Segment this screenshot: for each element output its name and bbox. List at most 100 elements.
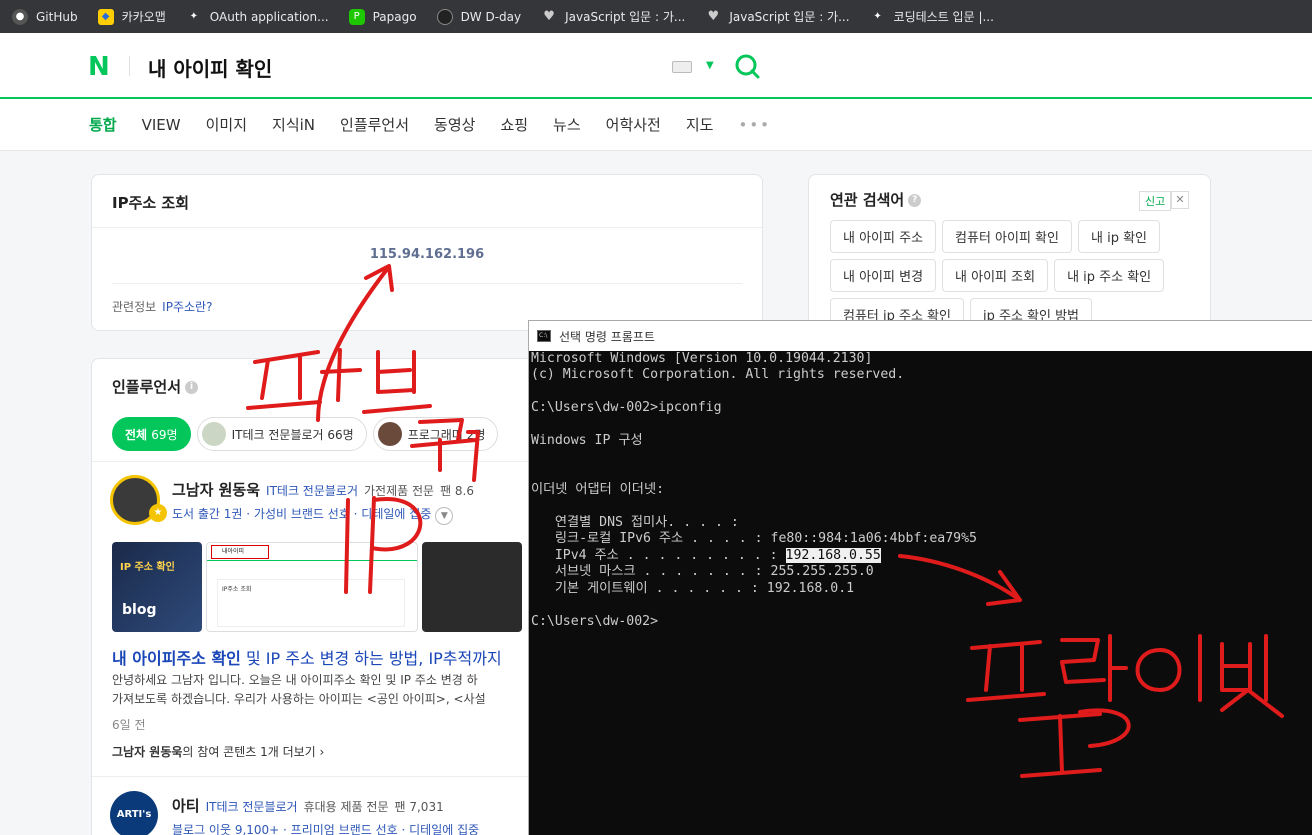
thumbnail-image: IP 주소 확인 blog — [112, 542, 202, 632]
bookmark-javascript-1[interactable]: ♥ JavaScript 입문 : 가... — [541, 8, 685, 25]
related-search-item[interactable]: 내 아이피 변경 — [830, 259, 937, 292]
more-content-link[interactable]: 그남자 원동욱의 참여 콘텐츠 1개 더보기 › — [112, 743, 324, 760]
tab-map[interactable]: 지도 — [686, 114, 714, 135]
terminal-icon: C:\ — [537, 330, 551, 342]
related-search-item[interactable]: 내 ip 확인 — [1077, 220, 1160, 253]
naver-logo[interactable]: N — [88, 52, 110, 82]
related-search-item[interactable]: 내 ip 주소 확인 — [1054, 259, 1165, 292]
chevron-down-icon[interactable]: ▼ — [706, 60, 714, 71]
article-thumbnails[interactable]: IP 주소 확인 blog 내아이피 IP주소 조회 — [112, 542, 526, 632]
ip-address-link[interactable]: IP주소란? — [162, 300, 212, 314]
keyboard-icon[interactable] — [672, 61, 692, 73]
more-tabs-icon[interactable]: ••• — [738, 116, 771, 134]
tab-video[interactable]: 동영상 — [434, 114, 475, 135]
tab-dictionary[interactable]: 어학사전 — [606, 114, 661, 135]
bookmark-kakaomap[interactable]: ◆ 카카오맵 — [97, 8, 166, 25]
tab-images[interactable]: 이미지 — [206, 114, 247, 135]
influencer-tags: 도서 출간 1권 · 가성비 브랜드 선호 · 디테일에 집중 ▼ — [172, 505, 454, 525]
help-icon[interactable]: ? — [908, 194, 922, 207]
oauth-icon: ✦ — [189, 11, 198, 22]
chip-it-tech[interactable]: IT테크 전문블로거 66명 — [196, 417, 367, 451]
related-info: 관련정보 IP주소란? — [112, 298, 212, 315]
bookmark-github[interactable]: ● GitHub — [12, 8, 78, 25]
console-line: C:\Users\dw-002> — [531, 613, 659, 629]
tab-influencer[interactable]: 인플루언서 — [340, 114, 409, 135]
influencer-name[interactable]: 그남자 원동욱 IT테크 전문블로거 가전제품 전문 팬 8.6 — [172, 479, 474, 500]
console-line: 연결별 DNS 접미사. . . . : — [531, 515, 739, 531]
article-title-link[interactable]: 내 아이피주소 확인 및 IP 주소 변경 하는 방법, IP추적까지 — [112, 645, 502, 669]
thumbnail-screenshot: 내아이피 IP주소 조회 — [206, 542, 418, 632]
bookmark-icon: ✦ — [873, 11, 882, 22]
influencer-filter-chips: 전체 69명 IT테크 전문블로거 66명 프로그래머 2명 — [112, 417, 504, 451]
chip-programmer[interactable]: 프로그래머 2명 — [372, 417, 499, 451]
chevron-down-icon[interactable]: ▼ — [435, 507, 454, 525]
console-line: C:\Users\dw-002>ipconfig — [531, 400, 722, 416]
ip-lookup-card: IP주소 조회 115.94.162.196 관련정보 IP주소란? — [91, 174, 763, 331]
public-ip-value: 115.94.162.196 — [369, 247, 485, 262]
close-icon[interactable]: ✕ — [1171, 191, 1189, 209]
search-tabs: 통합 VIEW 이미지 지식iN 인플루언서 동영상 쇼핑 뉴스 어학사전 지도… — [0, 99, 1312, 151]
bookmark-dday[interactable]: DW D-day — [436, 8, 521, 25]
divider — [112, 283, 742, 284]
tab-view[interactable]: VIEW — [142, 116, 181, 134]
heart-icon: ♥ — [543, 9, 555, 24]
star-badge-icon: ★ — [149, 504, 167, 522]
github-icon: ● — [12, 8, 28, 25]
influencer-tags: 블로그 이웃 9,100+ · 프리미엄 브랜드 선호 · 디테일에 집중 — [172, 823, 480, 835]
bookmark-codingtest[interactable]: ✦ 코딩테스트 입문 |... — [870, 8, 994, 25]
report-button[interactable]: 신고 — [1139, 191, 1172, 211]
papago-icon: P — [348, 8, 365, 25]
dday-icon — [436, 8, 453, 25]
info-icon[interactable]: i — [185, 381, 199, 394]
related-search-item[interactable]: 컴퓨터 아이피 확인 — [942, 220, 1072, 253]
thumbnail-cmd — [422, 542, 522, 632]
related-info-label: 관련정보 — [112, 300, 157, 314]
console-line: (c) Microsoft Corporation. All rights re… — [531, 367, 905, 383]
console-line: 기본 게이트웨이 . . . . . . : 192.168.0.1 — [531, 580, 855, 596]
tab-integrated[interactable]: 통합 — [89, 114, 117, 135]
console-line: 이더넷 어댑터 이더넷: — [531, 482, 665, 498]
search-query[interactable]: 내 아이피 확인 — [148, 53, 272, 82]
heart-icon: ♥ — [707, 9, 720, 24]
header-divider — [129, 56, 130, 76]
avatar[interactable]: ARTI's — [110, 791, 158, 835]
bookmark-javascript-2[interactable]: ♥ JavaScript 입문 : 가... — [705, 8, 850, 25]
tab-shopping[interactable]: 쇼핑 — [500, 114, 528, 135]
related-search-list: 내 아이피 주소 컴퓨터 아이피 확인 내 ip 확인 내 아이피 변경 내 아… — [830, 220, 1200, 333]
tab-news[interactable]: 뉴스 — [553, 114, 581, 135]
command-prompt-output[interactable]: Microsoft Windows [Version 10.0.19044.21… — [529, 351, 1312, 630]
divider — [92, 227, 762, 228]
article-snippet: 안녕하세요 그남자 입니다. 오늘은 내 아이피주소 확인 및 IP 주소 변경… — [112, 673, 486, 706]
console-line: 서브넷 마스크 . . . . . . . : 255.255.255.0 — [531, 564, 874, 580]
tab-kin[interactable]: 지식iN — [272, 114, 315, 135]
article-date: 6일 전 — [112, 718, 146, 732]
chip-all[interactable]: 전체 69명 — [112, 417, 191, 451]
console-line: Windows IP 구성 — [531, 433, 643, 449]
kakaomap-icon: ◆ — [97, 8, 114, 25]
console-line: 링크-로컬 IPv6 주소 . . . . : fe80::984:1a06:4… — [531, 531, 977, 547]
command-prompt-titlebar[interactable]: C:\ 선택 명령 프롬프트 — [529, 321, 1312, 351]
related-search-item[interactable]: 내 아이피 조회 — [942, 259, 1049, 292]
command-prompt-window[interactable]: C:\ 선택 명령 프롬프트 Microsoft Windows [Version… — [528, 320, 1312, 835]
ipv4-line: IPv4 주소 . . . . . . . . . : 192.168.0.55 — [531, 547, 881, 563]
bookmark-papago[interactable]: P Papago — [348, 8, 417, 25]
bookmarks-bar: ● GitHub ◆ 카카오맵 ✦ OAuth application... P Pap… — [0, 0, 1312, 33]
ip-lookup-title: IP주소 조회 — [112, 194, 189, 212]
category-thumb — [201, 422, 226, 446]
bookmark-oauth[interactable]: ✦ OAuth application... — [186, 9, 329, 25]
search-header: N 내 아이피 확인 ▼ — [0, 33, 1312, 99]
related-searches-card: 연관 검색어? 신고 ✕ 내 아이피 주소 컴퓨터 아이피 확인 내 ip 확인… — [808, 174, 1211, 334]
category-thumb — [377, 422, 402, 446]
console-line: Microsoft Windows [Version 10.0.19044.21… — [531, 351, 873, 366]
private-ip-value[interactable]: 192.168.0.55 — [785, 547, 881, 563]
search-icon[interactable] — [734, 53, 760, 79]
influencer-name[interactable]: 아티 IT테크 전문블로거 휴대용 제품 전문 팬 7,031 — [172, 795, 444, 816]
related-search-item[interactable]: 내 아이피 주소 — [830, 220, 937, 253]
related-searches-title: 연관 검색어? — [830, 189, 922, 210]
